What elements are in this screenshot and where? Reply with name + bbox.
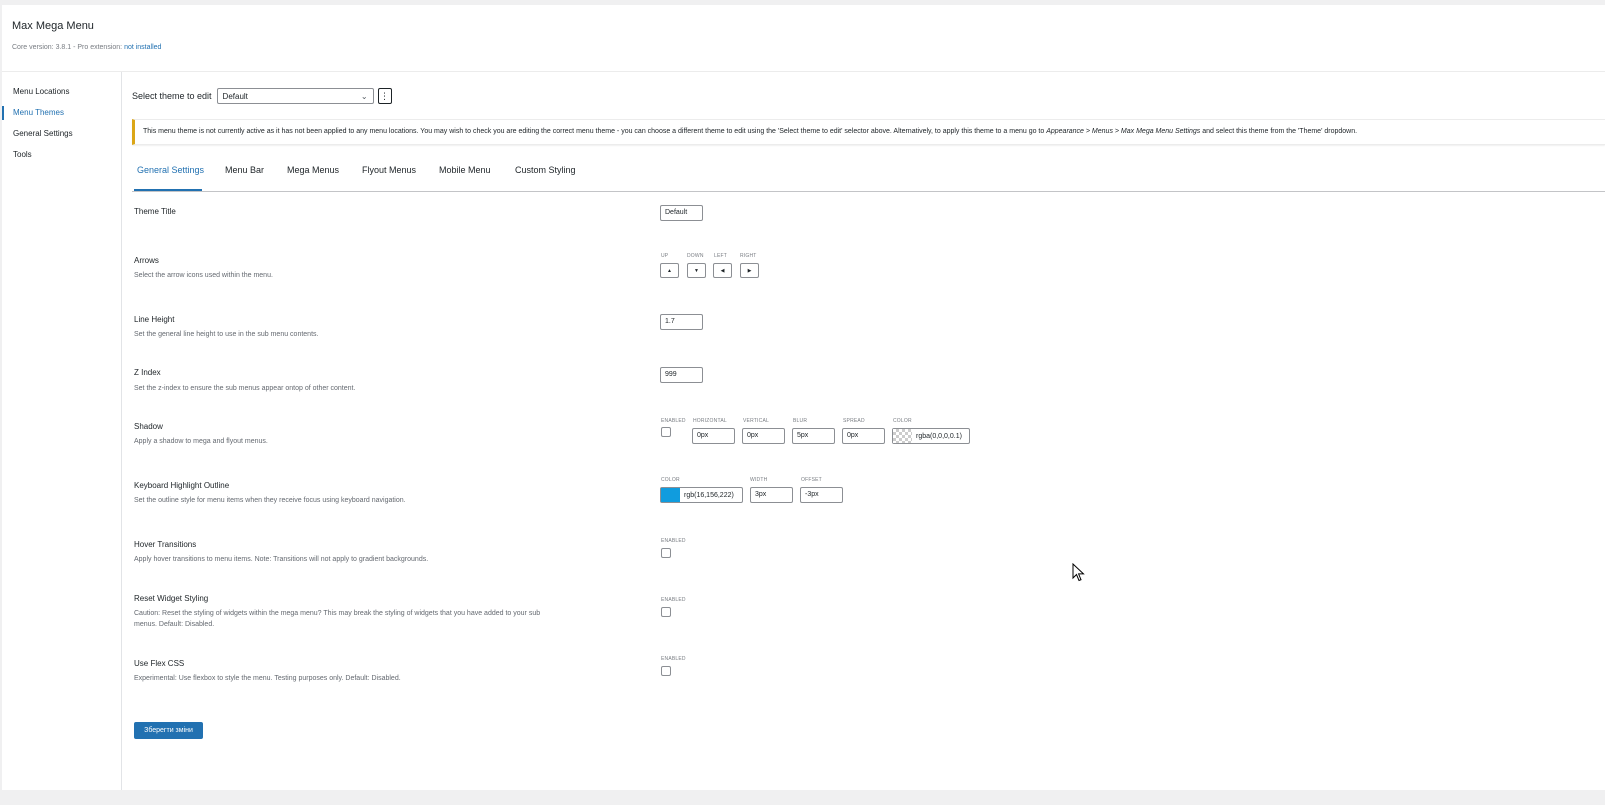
outline-color-picker[interactable]: rgb(16,156,222)	[660, 487, 743, 503]
arrow-right-button[interactable]: ▶	[740, 263, 759, 278]
pro-extension-link[interactable]: not installed	[124, 44, 161, 51]
chevron-down-icon: ⌄	[360, 91, 368, 101]
arrow-up-label: UP	[661, 253, 669, 259]
hover-enabled-checkbox[interactable]	[661, 548, 671, 558]
shadow-vertical-label: VERTICAL	[743, 418, 769, 424]
settings-tabs: General Settings Menu Bar Mega Menus Fly…	[132, 160, 1605, 192]
theme-select-label: Select theme to edit	[132, 91, 212, 101]
setting-desc-shadow: Apply a shadow to mega and flyout menus.	[134, 438, 268, 445]
outline-color-label: COLOR	[661, 477, 680, 483]
outline-color-swatch	[661, 488, 680, 502]
z-index-input[interactable]: 999	[660, 367, 703, 383]
line-height-input[interactable]: 1.7	[660, 314, 703, 330]
shadow-horizontal-label: HORIZONTAL	[693, 418, 727, 424]
sidebar-item-general-settings[interactable]: General Settings	[13, 129, 73, 138]
page-header: Max Mega Menu Core version: 3.8.1 - Pro …	[2, 5, 1605, 72]
hover-enabled-label: ENABLED	[661, 538, 686, 544]
setting-desc-arrows: Select the arrow icons used within the m…	[134, 272, 273, 279]
setting-title-flex-css: Use Flex CSS	[134, 659, 185, 668]
version-info: Core version: 3.8.1 - Pro extension: not…	[12, 44, 161, 51]
shadow-blur-input[interactable]: 5px	[792, 428, 835, 444]
version-text: Core version: 3.8.1 - Pro extension:	[12, 44, 125, 51]
shadow-blur-label: BLUR	[793, 418, 808, 424]
outline-offset-label: OFFSET	[801, 477, 822, 483]
setting-title-z-index: Z Index	[134, 368, 161, 377]
setting-desc-line-height: Set the general line height to use in th…	[134, 331, 319, 338]
theme-selector-row: Select theme to edit Default ⌄ ⋮	[132, 87, 392, 105]
shadow-spread-label: SPREAD	[843, 418, 865, 424]
arrow-right-icon: ▶	[747, 267, 752, 274]
arrow-down-label: DOWN	[687, 253, 704, 259]
setting-title-shadow: Shadow	[134, 422, 163, 431]
arrow-up-button[interactable]: ▲	[660, 263, 679, 278]
page-title: Max Mega Menu	[12, 20, 94, 32]
theme-title-input[interactable]: Default	[660, 205, 703, 221]
arrow-left-label: LEFT	[714, 253, 728, 259]
sidebar-active-marker	[2, 106, 4, 120]
setting-desc-hover-transitions: Apply hover transitions to menu items. N…	[134, 556, 429, 563]
tab-general-settings[interactable]: General Settings	[137, 165, 204, 175]
reset-widget-enabled-label: ENABLED	[661, 597, 686, 603]
tab-mega-menus[interactable]: Mega Menus	[287, 165, 339, 175]
reset-widget-enabled-checkbox[interactable]	[661, 607, 671, 617]
save-changes-button[interactable]: Зберегти зміни	[134, 722, 203, 739]
shadow-color-label: COLOR	[893, 418, 912, 424]
theme-select-value: Default	[222, 91, 248, 101]
outline-offset-input[interactable]: -3px	[800, 487, 843, 503]
shadow-enabled-checkbox[interactable]	[661, 427, 671, 437]
notice-text-end: and select this theme from the 'Theme' d…	[1200, 128, 1358, 135]
arrow-right-label: RIGHT	[740, 253, 757, 259]
setting-desc-keyboard-outline: Set the outline style for menu items whe…	[134, 497, 406, 504]
outline-width-input[interactable]: 3px	[750, 487, 793, 503]
setting-title-arrows: Arrows	[134, 256, 159, 265]
more-vertical-icon: ⋮	[380, 90, 390, 101]
arrow-left-icon: ◀	[720, 267, 725, 274]
tab-mobile-menu[interactable]: Mobile Menu	[439, 165, 491, 175]
setting-title-keyboard-outline: Keyboard Highlight Outline	[134, 481, 230, 490]
tab-custom-styling[interactable]: Custom Styling	[515, 165, 576, 175]
setting-title-line-height: Line Height	[134, 315, 175, 324]
shadow-color-value: rgba(0,0,0,0.1)	[916, 432, 962, 440]
shadow-horizontal-input[interactable]: 0px	[692, 428, 735, 444]
sidebar-item-tools[interactable]: Tools	[13, 150, 32, 159]
setting-title-theme-title: Theme Title	[134, 207, 176, 216]
setting-desc-z-index: Set the z-index to ensure the sub menus …	[134, 385, 356, 392]
shadow-spread-input[interactable]: 0px	[842, 428, 885, 444]
arrow-left-button[interactable]: ◀	[713, 263, 732, 278]
notice-path: Appearance > Menus > Max Mega Menu Setti…	[1046, 128, 1201, 135]
tab-flyout-menus[interactable]: Flyout Menus	[362, 165, 416, 175]
arrow-up-icon: ▲	[667, 267, 672, 274]
sidebar: Menu Locations Menu Themes General Setti…	[2, 72, 122, 790]
main-content: Select theme to edit Default ⌄ ⋮ This me…	[122, 72, 1605, 790]
shadow-vertical-input[interactable]: 0px	[742, 428, 785, 444]
setting-desc-reset-widget: Caution: Reset the styling of widgets wi…	[134, 610, 541, 628]
shadow-enabled-label: ENABLED	[661, 418, 686, 424]
setting-title-hover-transitions: Hover Transitions	[134, 540, 197, 549]
setting-desc-flex-css: Experimental: Use flexbox to style the m…	[134, 675, 401, 682]
sidebar-item-menu-locations[interactable]: Menu Locations	[13, 87, 69, 96]
theme-select[interactable]: Default ⌄	[216, 88, 374, 104]
shadow-color-swatch	[893, 429, 912, 443]
warning-notice: This menu theme is not currently active …	[132, 119, 1605, 145]
arrow-down-icon: ▼	[694, 267, 699, 274]
theme-actions-button[interactable]: ⋮	[377, 88, 392, 104]
flex-css-enabled-checkbox[interactable]	[661, 666, 671, 676]
setting-title-reset-widget: Reset Widget Styling	[134, 594, 209, 603]
outline-color-value: rgb(16,156,222)	[684, 491, 734, 499]
flex-css-enabled-label: ENABLED	[661, 656, 686, 662]
sidebar-item-menu-themes[interactable]: Menu Themes	[13, 108, 64, 117]
outline-width-label: WIDTH	[750, 477, 768, 483]
shadow-color-picker[interactable]: rgba(0,0,0,0.1)	[892, 428, 970, 444]
mouse-cursor-icon	[1072, 563, 1085, 582]
tab-menu-bar[interactable]: Menu Bar	[225, 165, 264, 175]
notice-text: This menu theme is not currently active …	[143, 128, 1047, 135]
app-window: Max Mega Menu Core version: 3.8.1 - Pro …	[2, 5, 1605, 790]
active-tab-underline	[134, 189, 202, 191]
arrow-down-button[interactable]: ▼	[687, 263, 706, 278]
